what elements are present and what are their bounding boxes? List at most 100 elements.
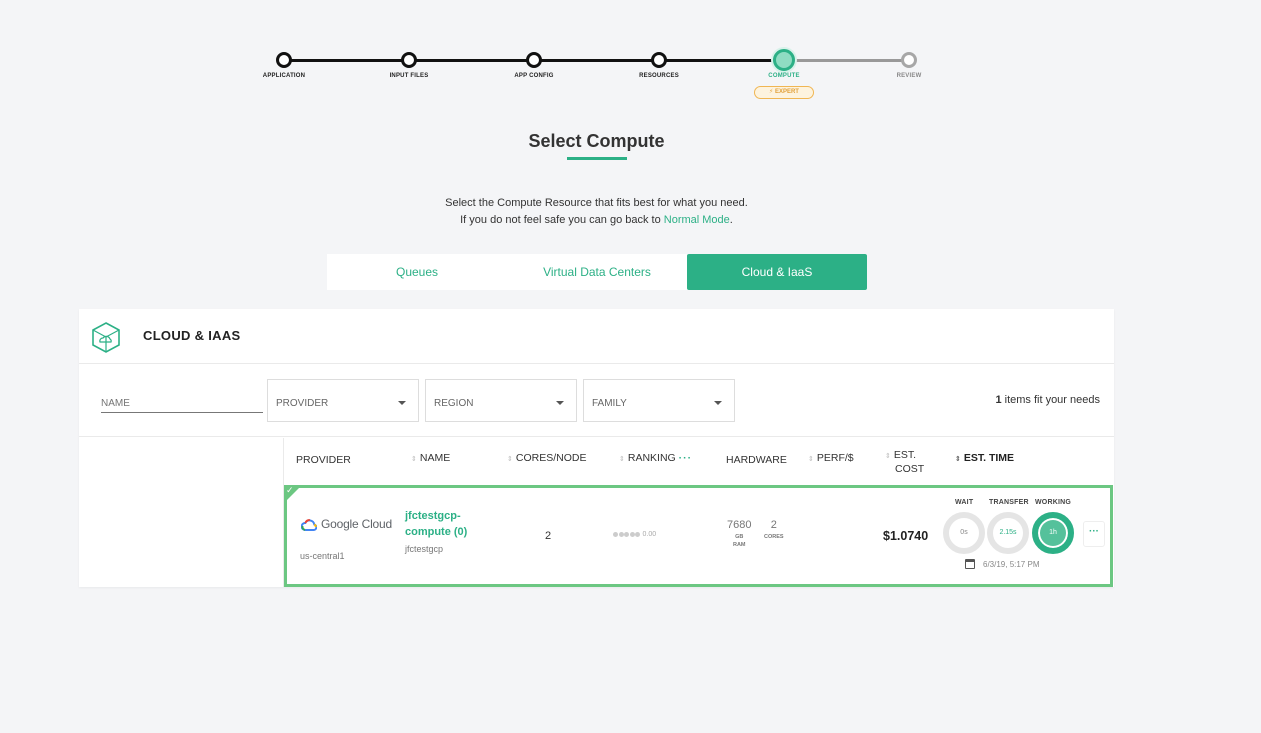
col-ranking[interactable]: ⇕ RANKING ···	[619, 452, 692, 464]
results-count: 1 items fit your needs	[995, 394, 1100, 406]
provider-select-value: PROVIDER	[276, 398, 329, 409]
results-count-label: items fit your needs	[1001, 394, 1100, 406]
wait-value: 0s	[960, 529, 968, 536]
normal-mode-link[interactable]: Normal Mode	[664, 214, 730, 226]
filter-bar: PROVIDER REGION FAMILY 1 items fit your …	[79, 364, 1114, 437]
ram-unit-2: RAM	[732, 542, 746, 548]
expert-badge-label: EXPERT	[774, 89, 799, 95]
subtitle-period: .	[729, 214, 733, 226]
chevron-down-icon	[714, 401, 722, 405]
wait-ring: 0s	[943, 512, 985, 554]
step-label: APPLICATION	[262, 73, 306, 79]
working-value: 1h	[1049, 529, 1057, 536]
col-perf[interactable]: ⇕ PERF/$	[808, 452, 854, 464]
compute-type-tabs: Queues Virtual Data Centers Cloud & IaaS	[327, 254, 867, 290]
step-review: REVIEW	[859, 52, 959, 79]
col-perf-label: PERF/$	[816, 452, 854, 464]
working-label: WORKING	[1035, 499, 1072, 506]
title-underline	[567, 157, 627, 160]
check-icon: ✓	[286, 485, 294, 495]
step-label: INPUT FILES	[389, 73, 429, 79]
step-label: COMPUTE	[768, 73, 800, 79]
card-title: CLOUD & IAAS	[143, 328, 241, 343]
cloud-cube-icon	[92, 322, 120, 353]
step-label: APP CONFIG	[514, 73, 554, 79]
family-select[interactable]: FAMILY	[583, 379, 735, 422]
sort-icon: ⇕	[808, 456, 814, 463]
hardware-ram: 7680 GB RAM	[727, 519, 751, 549]
col-cores-label: CORES/NODE	[515, 452, 587, 464]
rank-dot	[613, 532, 618, 537]
ram-value: 7680	[727, 519, 752, 531]
col-cores[interactable]: ⇕ CORES/NODE	[507, 452, 586, 464]
step-resources[interactable]: RESOURCES	[609, 52, 709, 79]
resource-name-link[interactable]: jfctestgcp-compute (0)	[405, 508, 485, 540]
google-cloud-icon	[301, 518, 317, 531]
est-cost-value: $1.0740	[883, 529, 929, 543]
resource-subname: jfctestgcp	[405, 544, 444, 554]
col-est-time[interactable]: ⇕ EST. TIME	[955, 452, 1014, 464]
region-select[interactable]: REGION	[425, 379, 577, 422]
working-ring: 1h	[1032, 512, 1074, 554]
ranking-more-icon[interactable]: ···	[679, 452, 693, 464]
col-est-cost[interactable]: ⇕ EST. COST	[885, 449, 924, 475]
rank-dot	[635, 532, 640, 537]
step-app-config[interactable]: APP CONFIG	[484, 52, 584, 79]
subtitle-line-1: Select the Compute Resource that fits be…	[445, 197, 748, 209]
rank-dot	[624, 532, 629, 537]
date-value: 6/3/19, 5:17 PM	[983, 559, 1040, 569]
tab-queues[interactable]: Queues	[327, 254, 507, 290]
tab-virtual-data-centers[interactable]: Virtual Data Centers	[507, 254, 687, 290]
row-date: 6/3/19, 5:17 PM	[965, 559, 1039, 569]
col-name[interactable]: ⇕ NAME	[411, 452, 450, 464]
provider-select[interactable]: PROVIDER	[267, 379, 419, 422]
ranking-stars: 0.00	[613, 531, 656, 538]
sort-icon: ⇕	[411, 456, 417, 463]
google-cloud-logo: Google Cloud	[301, 517, 392, 531]
tab-cloud-iaas[interactable]: Cloud & IaaS	[687, 254, 867, 290]
page-subtitle: Select the Compute Resource that fits be…	[0, 195, 1193, 229]
calendar-icon	[965, 559, 975, 569]
subtitle-line-2: If you do not feel safe you can go back …	[0, 212, 1193, 229]
sort-icon: ⇕	[507, 456, 513, 463]
table-row-selected[interactable]: ✓ Google Cloud us-central1 jfctestgcp-co…	[284, 485, 1113, 587]
step-compute[interactable]: COMPUTE	[734, 49, 834, 79]
family-select-value: FAMILY	[592, 398, 627, 409]
wait-label: WAIT	[955, 499, 974, 506]
transfer-value: 2.15s	[999, 529, 1017, 536]
col-name-label: NAME	[419, 452, 451, 464]
sort-desc-icon: ⇕	[955, 456, 961, 463]
step-dot-active	[773, 49, 795, 71]
rank-dot	[618, 532, 624, 537]
col-provider[interactable]: PROVIDER	[296, 454, 351, 466]
subtitle-text: If you do not feel safe you can go back …	[460, 214, 664, 226]
step-dot	[901, 52, 917, 68]
provider-region: us-central1	[300, 551, 345, 561]
ram-unit-1: GB	[735, 534, 744, 540]
rank-dot	[629, 532, 635, 537]
name-filter-input[interactable]	[101, 395, 263, 413]
step-input-files[interactable]: INPUT FILES	[359, 52, 459, 79]
page-title: Select Compute	[528, 131, 665, 151]
row-more-button[interactable]: ···	[1083, 521, 1105, 547]
hw-cores-unit: CORES	[764, 534, 784, 540]
expert-badge: ⚡ EXPERT	[754, 86, 814, 99]
step-application[interactable]: APPLICATION	[234, 52, 334, 79]
col-ranking-label: RANKING	[627, 452, 676, 464]
step-dot	[526, 52, 542, 68]
sort-icon: ⇕	[619, 456, 625, 463]
cores-per-node: 2	[545, 530, 552, 542]
progress-stepper: APPLICATION INPUT FILES APP CONFIG RESOU…	[263, 49, 924, 102]
step-label: RESOURCES	[639, 73, 679, 79]
step-label: REVIEW	[896, 73, 922, 79]
cloud-iaas-card: CLOUD & IAAS PROVIDER REGION FAMILY 1 it…	[79, 309, 1114, 587]
ranking-value: 0.00	[642, 531, 657, 538]
region-select-value: REGION	[434, 398, 474, 409]
transfer-label: TRANSFER	[989, 499, 1029, 506]
sort-icon: ⇕	[885, 453, 891, 460]
col-est-cost-label-1: EST.	[893, 449, 917, 461]
hardware-cores: 2 CORES	[764, 519, 784, 541]
col-est-time-label: EST. TIME	[963, 452, 1015, 464]
step-dot	[276, 52, 292, 68]
col-est-cost-label-2: COST	[895, 463, 925, 475]
